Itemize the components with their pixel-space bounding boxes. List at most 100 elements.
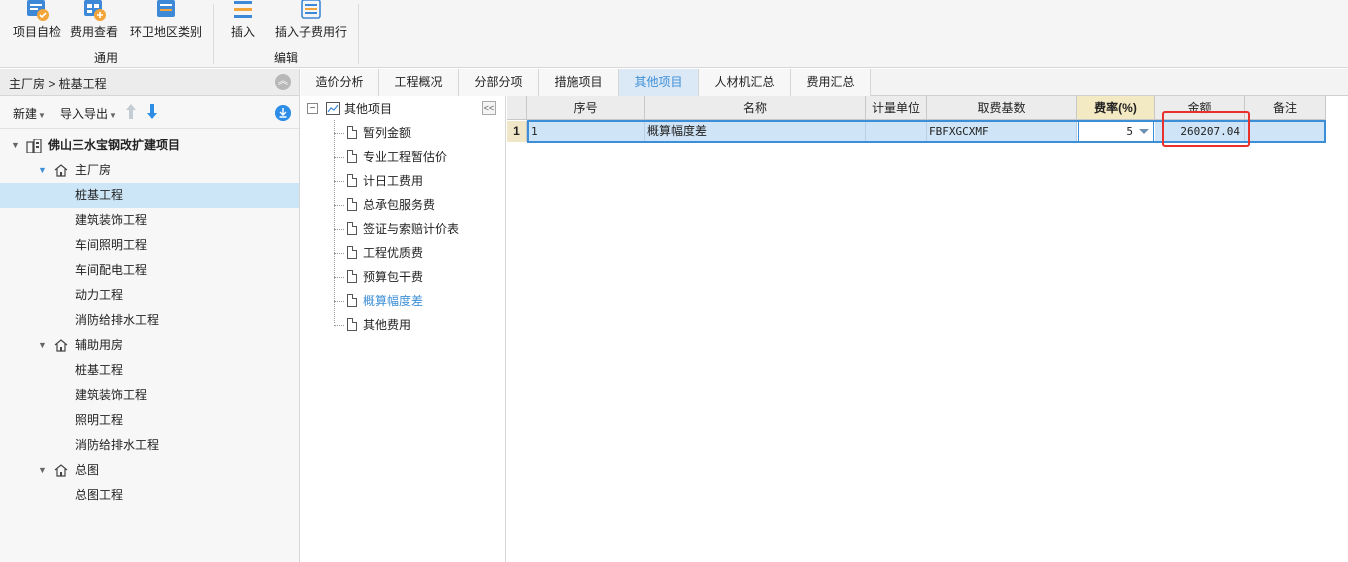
tab-cost-analysis[interactable]: 造价分析 xyxy=(301,69,379,96)
tab-other-items[interactable]: 其他项目 xyxy=(619,69,699,96)
sanitation-region-icon xyxy=(157,0,175,17)
cost-view-label: 费用查看 xyxy=(69,25,118,39)
tree-node-fire-water[interactable]: 消防给排水工程 xyxy=(0,308,299,333)
breadcrumb-text: 主厂房 > 桩基工程 xyxy=(9,77,107,91)
tree-node-label: 照明工程 xyxy=(75,413,124,427)
tree-node-label: 桩基工程 xyxy=(75,363,124,377)
insert-button[interactable]: 插入 xyxy=(224,0,262,44)
cell-base[interactable]: FBFXGCXMF xyxy=(927,121,1077,142)
tree-node-label: 建筑装饰工程 xyxy=(75,388,148,402)
tab-label: 费用汇总 xyxy=(806,75,855,89)
cell-note[interactable] xyxy=(1245,121,1326,142)
tree-connector xyxy=(334,120,335,323)
expand-triangle-icon[interactable]: ▼ xyxy=(38,158,47,183)
tree-node-project[interactable]: ▼ 佛山三水宝钢改扩建项目 xyxy=(0,133,299,158)
cell-amount[interactable]: 260207.04 xyxy=(1155,121,1245,142)
expand-triangle-icon[interactable]: ▼ xyxy=(11,133,20,158)
breadcrumb: 主厂房 > 桩基工程 ︽ xyxy=(0,69,299,96)
import-export-label: 导入导出 xyxy=(60,107,109,121)
building-icon xyxy=(26,139,42,153)
sanitation-region-label: 环卫地区类别 xyxy=(129,25,202,39)
project-self-check-button[interactable]: 项目自检 xyxy=(8,0,66,44)
house-icon xyxy=(54,164,68,177)
move-down-icon[interactable] xyxy=(147,104,157,119)
cell-rate-dropdown[interactable]: 5 xyxy=(1078,121,1154,142)
expand-triangle-icon[interactable]: ▼ xyxy=(38,458,47,483)
grid-header-base[interactable]: 取费基数 xyxy=(927,96,1077,120)
other-item-label: 工程优质费 xyxy=(363,246,424,260)
tree-node-building-decoration[interactable]: 建筑装饰工程 xyxy=(0,383,299,408)
tree-node-general-plan-engineering[interactable]: 总图工程 xyxy=(0,483,299,508)
sanitation-region-button[interactable]: 环卫地区类别 xyxy=(126,0,206,44)
other-item-label: 计日工费用 xyxy=(363,174,424,188)
insert-icon xyxy=(234,1,252,18)
tab-labor-material-machine[interactable]: 人材机汇总 xyxy=(699,69,791,96)
grid-header-seq[interactable]: 序号 xyxy=(527,96,645,120)
cost-view-icon xyxy=(84,0,106,21)
expand-triangle-icon[interactable]: ▼ xyxy=(38,333,47,358)
cell-unit[interactable] xyxy=(866,121,927,142)
tree-node-general-plan[interactable]: ▼ 总图 xyxy=(0,458,299,483)
other-item-label: 签证与索赔计价表 xyxy=(363,222,460,236)
tree-node-power-engineering[interactable]: 动力工程 xyxy=(0,283,299,308)
tree-connector xyxy=(334,181,344,182)
ribbon-group-general: 项目自检 费用查看 环卫地区类别 通用 xyxy=(0,0,212,68)
document-icon xyxy=(347,246,357,259)
collapse-panel-button[interactable]: << xyxy=(482,101,496,115)
grid-header-amount[interactable]: 金额 xyxy=(1155,96,1245,120)
grid-header-rate[interactable]: 费率(%) xyxy=(1077,96,1155,120)
tab-label: 工程概况 xyxy=(394,75,443,89)
ribbon-separator xyxy=(358,4,359,64)
document-icon xyxy=(347,126,357,139)
dropdown-arrow-icon[interactable] xyxy=(1139,129,1149,134)
house-icon xyxy=(54,339,68,352)
ribbon-group-general-label: 通用 xyxy=(93,51,118,65)
document-icon xyxy=(347,318,357,331)
caret-down-icon: ▼ xyxy=(38,111,46,120)
tree-node-label: 主厂房 xyxy=(75,163,112,177)
tree-node-auxiliary-building[interactable]: ▼ 辅助用房 xyxy=(0,333,299,358)
tree-node-fire-water[interactable]: 消防给排水工程 xyxy=(0,433,299,458)
row-number[interactable]: 1 xyxy=(507,121,527,142)
collapse-minus-icon[interactable]: − xyxy=(307,103,318,114)
cell-name[interactable]: 概算幅度差 xyxy=(645,121,866,142)
tree-node-label: 消防给排水工程 xyxy=(75,313,160,327)
download-icon[interactable] xyxy=(275,105,291,121)
move-up-icon[interactable] xyxy=(126,104,136,119)
tree-node-pile-foundation[interactable]: 桩基工程 xyxy=(0,183,299,208)
tree-connector xyxy=(334,301,344,302)
tab-sub-items[interactable]: 分部分项 xyxy=(459,69,539,96)
grid-header-note[interactable]: 备注 xyxy=(1245,96,1326,120)
tree-node-label: 总图工程 xyxy=(75,488,124,502)
tree-node-label: 总图 xyxy=(75,463,100,477)
grid-header-name[interactable]: 名称 xyxy=(645,96,866,120)
tab-cost-summary[interactable]: 费用汇总 xyxy=(791,69,871,96)
tree-node-pile-foundation[interactable]: 桩基工程 xyxy=(0,358,299,383)
tab-project-overview[interactable]: 工程概况 xyxy=(379,69,459,96)
insert-sub-row-icon xyxy=(301,0,321,19)
document-icon xyxy=(347,198,357,211)
tree-node-lighting[interactable]: 照明工程 xyxy=(0,408,299,433)
tab-measures[interactable]: 措施项目 xyxy=(539,69,619,96)
cell-seq[interactable]: 1 xyxy=(527,121,645,142)
document-icon xyxy=(347,222,357,235)
other-item-label: 预算包干费 xyxy=(363,270,424,284)
tree-node-main-plant[interactable]: ▼ 主厂房 xyxy=(0,158,299,183)
collapse-up-icon[interactable]: ︽ xyxy=(275,74,291,90)
grid-header-unit[interactable]: 计量单位 xyxy=(866,96,927,120)
import-export-dropdown-button[interactable]: 导入导出▼ xyxy=(60,105,117,122)
tree-node-label: 车间配电工程 xyxy=(75,263,148,277)
tree-connector xyxy=(334,157,344,158)
cost-view-button[interactable]: 费用查看 xyxy=(66,0,122,44)
other-item-label: 总承包服务费 xyxy=(363,198,436,212)
project-tree-panel: 主厂房 > 桩基工程 ︽ 新建▼ 导入导出▼ ▼ 佛山三水宝钢改扩建项目 ▼ 主… xyxy=(0,69,300,562)
tree-node-label: 桩基工程 xyxy=(75,188,124,202)
tree-connector xyxy=(334,229,344,230)
document-icon xyxy=(347,150,357,163)
tree-node-workshop-lighting[interactable]: 车间照明工程 xyxy=(0,233,299,258)
insert-sub-cost-row-button[interactable]: 插入子费用行 xyxy=(270,0,352,44)
tree-node-building-decoration[interactable]: 建筑装饰工程 xyxy=(0,208,299,233)
tree-node-workshop-power[interactable]: 车间配电工程 xyxy=(0,258,299,283)
new-dropdown-button[interactable]: 新建▼ xyxy=(13,105,46,122)
tree-node-label: 动力工程 xyxy=(75,288,124,302)
